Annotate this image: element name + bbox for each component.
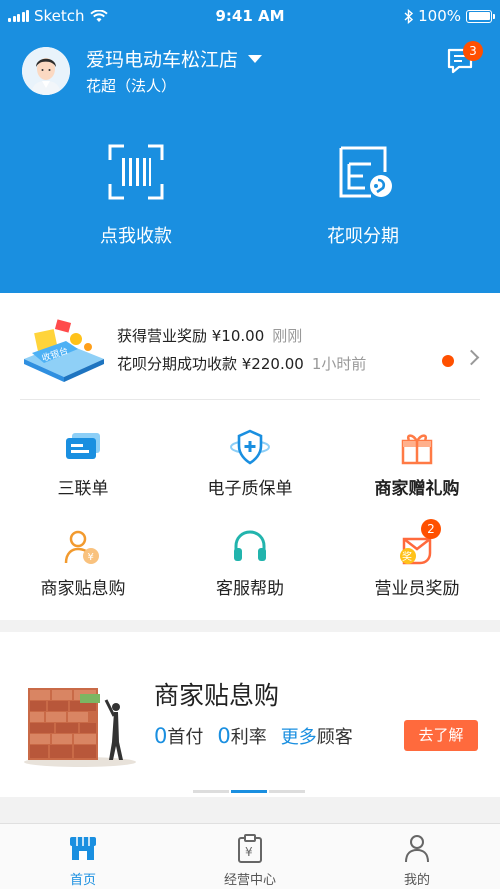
tab-label: 我的 (403, 873, 430, 888)
grid-item-subsidized-purchase[interactable]: ¥ 商家贴息购 (0, 529, 166, 599)
grid-item-gift-purchase[interactable]: 商家赠礼购 (334, 429, 500, 499)
grid-item-label: 营业员奖励 (374, 579, 460, 599)
divider (20, 399, 480, 400)
avatar (22, 46, 70, 95)
grid-item-label: 电子质保单 (207, 479, 293, 499)
grid-item-label: 客服帮助 (216, 579, 284, 599)
reward-count-badge: 2 (421, 519, 441, 539)
svg-text:奖: 奖 (402, 550, 412, 563)
bluetooth-icon (404, 8, 414, 24)
grid-item-customer-help[interactable]: 客服帮助 (167, 529, 333, 599)
headset-icon (229, 529, 271, 565)
grid-item-warranty[interactable]: 电子质保单 (167, 429, 333, 499)
user-yuan-icon: ¥ (62, 529, 104, 565)
notification-text: 获得营业奖励 ¥10.00 (117, 327, 265, 345)
notification-item: 花呗分期成功收款 ¥220.00 1小时前 (117, 350, 366, 378)
chevron-right-icon (463, 349, 480, 366)
tab-mine[interactable]: 我的 (334, 824, 500, 888)
zero-down-value: 0 (154, 724, 168, 748)
status-bar: Sketch 9:41 AM 100% (0, 0, 500, 32)
notification-row[interactable]: 收银台 获得营业奖励 ¥10.00 刚刚 花呗分期成功收款 ¥220.00 1小时前 (20, 307, 480, 399)
battery-percent: 100% (418, 7, 461, 25)
grid-item-label: 商家贴息购 (40, 579, 126, 599)
promo-subtitle: 0首付 0利率 更多顾客 (154, 723, 353, 749)
notification-item: 获得营业奖励 ¥10.00 刚刚 (117, 322, 366, 350)
down-payment-label: 首付 (167, 727, 204, 748)
carousel-indicator (193, 790, 305, 793)
promo-banner[interactable]: 商家贴息购 0首付 0利率 更多顾客 去了解 (0, 632, 500, 797)
battery-icon (466, 9, 495, 23)
collect-payment-button[interactable]: 点我收款 (56, 140, 216, 248)
caret-down-icon (248, 54, 263, 63)
receipt-icon (62, 429, 104, 465)
installment-button[interactable]: 花呗分期 (283, 140, 443, 248)
zero-rate-value: 0 (217, 724, 231, 748)
svg-text:¥: ¥ (88, 552, 94, 563)
scan-qr-icon (104, 140, 168, 204)
tab-bar: 首页 ¥ 经营中心 我的 (0, 823, 500, 889)
tab-label: 经营中心 (223, 873, 276, 888)
svg-text:¥: ¥ (245, 845, 253, 859)
tab-label: 首页 (69, 873, 96, 888)
cashier-illustration: 收银台 (20, 313, 106, 383)
person-icon (402, 833, 432, 863)
reward-icon: 奖 2 (396, 519, 441, 565)
shop-selector[interactable]: 爱玛电动车松江店 花超（法人） (22, 45, 263, 96)
grid-item-label: 商家赠礼购 (374, 479, 460, 499)
promo-title: 商家贴息购 (154, 681, 280, 710)
gift-icon (396, 429, 438, 465)
notification-time: 刚刚 (272, 327, 303, 345)
header: Sketch 9:41 AM 100% 爱玛电动车松江店 花超（法人） 3 点我… (0, 0, 500, 293)
tab-business-center[interactable]: ¥ 经营中心 (167, 824, 333, 888)
installment-label: 花呗分期 (327, 226, 399, 247)
tab-home[interactable]: 首页 (0, 824, 166, 888)
main-card: 收银台 获得营业奖励 ¥10.00 刚刚 花呗分期成功收款 ¥220.00 1小时前… (0, 293, 500, 620)
more-label: 更多 (280, 727, 317, 748)
grid-item-triplicate[interactable]: 三联单 (0, 429, 166, 499)
notification-time: 1小时前 (311, 355, 367, 373)
brick-wall-illustration (22, 672, 138, 768)
notification-text: 花呗分期成功收款 ¥220.00 (117, 355, 304, 373)
interest-rate-label: 利率 (230, 727, 267, 748)
shop-name: 爱玛电动车松江店 (86, 49, 239, 71)
installment-icon (331, 140, 395, 204)
store-icon (68, 833, 98, 863)
collect-payment-label: 点我收款 (100, 226, 172, 247)
owner-name: 花超（法人） (86, 77, 177, 95)
unread-dot (442, 355, 454, 367)
messages-button[interactable]: 3 (444, 41, 483, 80)
customers-label: 顾客 (316, 727, 353, 748)
message-count-badge: 3 (463, 41, 483, 61)
warranty-shield-icon (229, 429, 271, 465)
learn-more-button[interactable]: 去了解 (404, 720, 478, 751)
grid-item-label: 三联单 (57, 479, 109, 499)
grid-item-staff-reward[interactable]: 奖 2 营业员奖励 (334, 519, 500, 599)
clipboard-yuan-icon: ¥ (235, 833, 265, 863)
